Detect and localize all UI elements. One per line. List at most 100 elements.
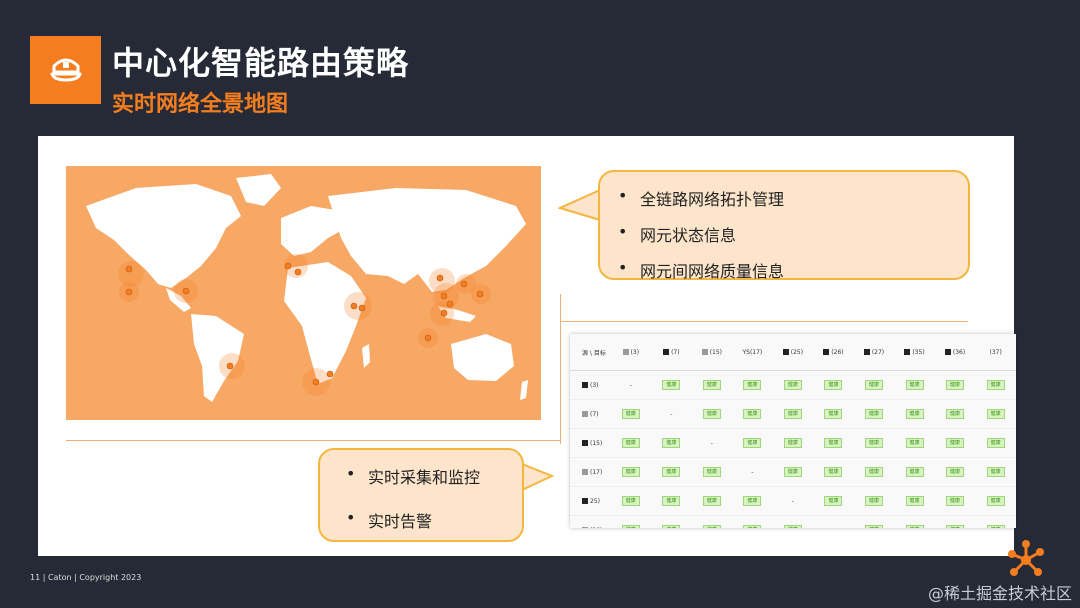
status-cell: 健康 xyxy=(975,428,1016,458)
status-badge: 健康 xyxy=(662,525,681,528)
status-cell: 健康 xyxy=(975,486,1016,516)
captain-hat-icon xyxy=(50,58,81,82)
status-cell: 健康 xyxy=(610,515,652,528)
status-badge: 健康 xyxy=(986,380,1005,390)
callout-bottom-item: 实时告警 xyxy=(342,508,522,532)
status-cell: 健康 xyxy=(894,486,935,516)
table-corner-header: 源 \ 目标 xyxy=(570,334,611,371)
status-badge: 健康 xyxy=(743,438,762,448)
status-badge: 健康 xyxy=(824,467,843,477)
status-badge: 健康 xyxy=(986,438,1005,448)
status-cell: 健康 xyxy=(894,428,935,458)
status-cell: 健康 xyxy=(772,370,814,400)
row-header: (15) xyxy=(570,428,611,458)
status-badge: 健康 xyxy=(986,525,1005,528)
table-row: (17) 健康 健康 健康 - 健康 健康 健康 健康 健康 健康 xyxy=(570,457,1016,487)
status-cell: 健康 xyxy=(732,399,773,429)
status-cell: 健康 xyxy=(894,370,935,400)
status-badge: 健康 xyxy=(905,496,924,506)
network-health-matrix: 源 \ 目标 (3) (7) (15) YS(17) (25) (26) (27… xyxy=(570,334,1016,528)
column-header: (15) xyxy=(691,334,733,371)
table-header-row: 源 \ 目标 (3) (7) (15) YS(17) (25) (26) (27… xyxy=(570,334,1016,371)
column-header: YS(17) xyxy=(732,334,773,371)
status-badge: 健康 xyxy=(946,467,965,477)
status-badge: 健康 xyxy=(662,438,681,448)
status-cell: - xyxy=(813,515,854,528)
status-badge: 健康 xyxy=(824,438,843,448)
column-header: (7) xyxy=(651,334,692,371)
status-cell: 健康 xyxy=(651,515,692,528)
status-badge: 健康 xyxy=(824,496,843,506)
status-cell: 健康 xyxy=(975,515,1016,528)
table-row: (15) 健康 健康 - 健康 健康 健康 健康 健康 健康 健康 xyxy=(570,428,1016,458)
status-cell: 健康 xyxy=(853,428,895,458)
status-cell: 健康 xyxy=(772,515,814,528)
status-badge: 健康 xyxy=(986,467,1005,477)
status-badge: 健康 xyxy=(621,467,640,477)
status-badge: 健康 xyxy=(864,525,883,528)
status-cell: 健康 xyxy=(772,428,814,458)
status-badge: 健康 xyxy=(946,496,965,506)
status-cell: 健康 xyxy=(610,486,652,516)
slide-subtitle: 实时网络全景地图 xyxy=(112,92,289,117)
status-cell: 健康 xyxy=(853,515,895,528)
status-cell: 健康 xyxy=(853,370,895,400)
status-badge: 健康 xyxy=(702,525,721,528)
status-badge: 健康 xyxy=(864,380,883,390)
callout-top-item: 网元间网络质量信息 xyxy=(614,258,968,282)
status-badge: 健康 xyxy=(621,438,640,448)
status-badge: 健康 xyxy=(743,380,762,390)
status-cell: 健康 xyxy=(610,428,652,458)
status-badge: 健康 xyxy=(946,409,965,419)
health-table: 源 \ 目标 (3) (7) (15) YS(17) (25) (26) (27… xyxy=(570,334,1016,528)
divider-top-right xyxy=(560,321,968,322)
status-cell: 健康 xyxy=(651,486,692,516)
status-cell: 健康 xyxy=(853,399,895,429)
status-badge: 健康 xyxy=(864,409,883,419)
status-cell: 健康 xyxy=(610,457,652,487)
status-cell: 健康 xyxy=(975,370,1016,400)
table-row: (7) 健康 - 健康 健康 健康 健康 健康 健康 健康 健康 xyxy=(570,399,1016,429)
status-badge: 健康 xyxy=(864,438,883,448)
status-cell: 健康 xyxy=(691,399,733,429)
status-cell: - xyxy=(772,486,814,516)
row-header: (3) xyxy=(570,370,611,400)
callout-top: 全链路网络拓扑管理 网元状态信息 网元间网络质量信息 xyxy=(598,170,970,282)
status-cell: 健康 xyxy=(853,457,895,487)
callout-top-item: 全链路网络拓扑管理 xyxy=(614,186,968,210)
status-badge: 健康 xyxy=(621,496,640,506)
status-cell: 健康 xyxy=(732,486,773,516)
status-badge: 健康 xyxy=(824,380,843,390)
status-cell: 健康 xyxy=(934,399,976,429)
status-cell: - xyxy=(610,370,652,400)
status-cell: 健康 xyxy=(813,486,854,516)
world-map xyxy=(66,166,541,420)
table-row: 25) 健康 健康 健康 健康 - 健康 健康 健康 健康 健康 xyxy=(570,486,1016,516)
status-cell: 健康 xyxy=(651,370,692,400)
column-header: (37) xyxy=(975,334,1016,371)
status-cell: 健康 xyxy=(813,457,854,487)
status-cell: 健康 xyxy=(934,515,976,528)
status-badge: 健康 xyxy=(905,409,924,419)
status-badge: 健康 xyxy=(702,409,721,419)
status-badge: 健康 xyxy=(946,525,965,528)
status-cell: 健康 xyxy=(732,370,773,400)
caton-corner-logo xyxy=(1008,540,1044,576)
status-badge: 健康 xyxy=(702,380,721,390)
status-cell: 健康 xyxy=(732,428,773,458)
status-cell: 健康 xyxy=(894,515,935,528)
status-badge: 健康 xyxy=(905,525,924,528)
status-badge: 健康 xyxy=(905,467,924,477)
slide-title: 中心化智能路由策略 xyxy=(112,44,410,82)
status-badge: 健康 xyxy=(783,409,802,419)
row-header: (7) xyxy=(570,399,611,429)
divider-bottom-left xyxy=(66,440,560,441)
status-cell: 健康 xyxy=(975,399,1016,429)
status-badge: 健康 xyxy=(864,496,883,506)
callout-bottom: 实时采集和监控 实时告警 xyxy=(318,448,524,542)
column-header: (26) xyxy=(813,334,854,371)
row-header: (17) xyxy=(570,457,611,487)
status-cell: 健康 xyxy=(934,486,976,516)
slide-footer: 11 | Caton | Copyright 2023 xyxy=(30,573,142,582)
status-cell: 健康 xyxy=(772,399,814,429)
